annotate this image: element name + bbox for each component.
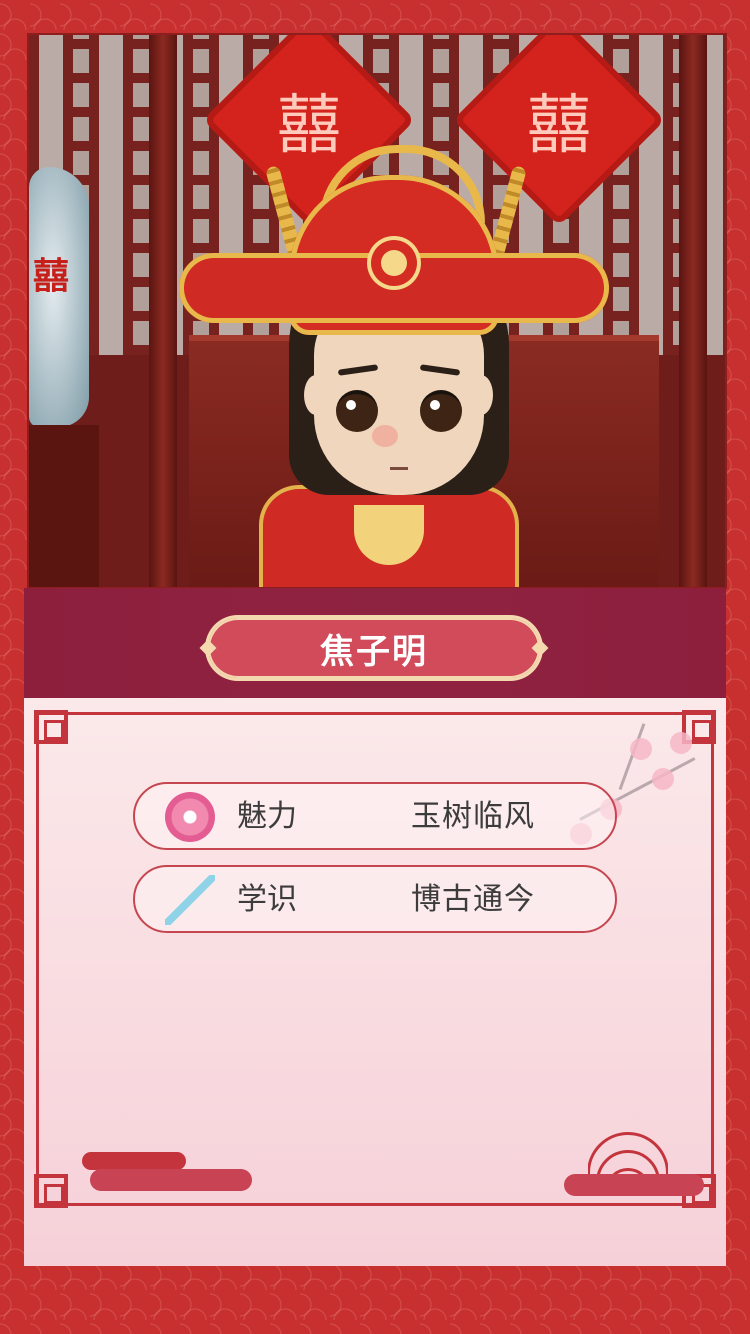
- eye: [420, 390, 462, 432]
- cloud-bar-decoration: [90, 1169, 252, 1191]
- eyebrow: [419, 364, 461, 376]
- brush-icon: [165, 875, 215, 925]
- eyebrow: [337, 364, 379, 376]
- mouth: [390, 467, 408, 470]
- hat-emblem-icon: [371, 240, 417, 286]
- attribute-label: 魅力: [237, 799, 297, 834]
- porcelain-vase: 囍: [29, 167, 89, 427]
- vase-char: 囍: [33, 256, 70, 297]
- attribute-row-knowledge: 学识 博古通今: [133, 865, 617, 933]
- wooden-pillar: [679, 35, 707, 587]
- plum-blossom-icon: [165, 792, 215, 842]
- robe-collar: [354, 505, 424, 565]
- attribute-value: 玉树临风: [411, 799, 535, 834]
- cloud-bar-decoration: [82, 1152, 186, 1170]
- cloud-bar-decoration: [564, 1174, 704, 1196]
- wedding-robe: [259, 485, 519, 587]
- wave-arcs-decoration: [588, 1132, 668, 1174]
- name-plate: 焦子明: [208, 618, 540, 678]
- vase-stand: [29, 425, 99, 587]
- attribute-label: 学识: [237, 882, 297, 917]
- corner-ornament: [34, 1174, 68, 1208]
- corner-ornament: [34, 710, 68, 744]
- petal: [670, 732, 692, 754]
- attribute-value: 博古通今: [411, 882, 535, 917]
- petal: [630, 738, 652, 760]
- cheek-blush: [372, 425, 398, 447]
- petal: [652, 768, 674, 790]
- attribute-row-charm: 魅力 玉树临风: [133, 782, 617, 850]
- eye: [336, 390, 378, 432]
- character-name: 焦子明: [320, 631, 428, 672]
- character-portrait: 囍 囍 囍: [27, 33, 727, 589]
- character-avatar: [149, 105, 629, 587]
